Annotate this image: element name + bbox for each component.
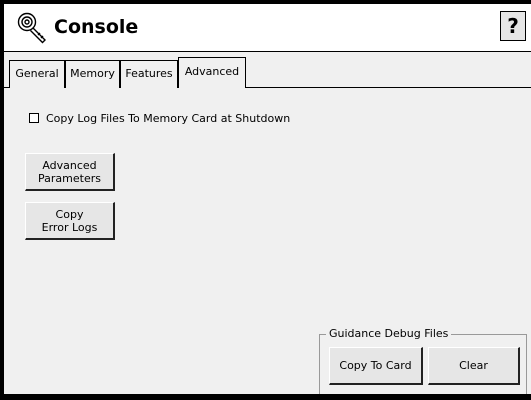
tab-memory[interactable]: Memory (65, 60, 120, 88)
advanced-parameters-label-line1: Advanced (42, 158, 97, 172)
tab-strip: General Memory Features Advanced (4, 52, 531, 89)
copy-error-logs-label-line1: Copy (55, 207, 84, 221)
help-button[interactable]: ? (500, 11, 526, 41)
title-bar: Console ? (4, 4, 531, 52)
advanced-parameters-label-line2: Parameters (38, 171, 101, 185)
tab-advanced[interactable]: Advanced (178, 57, 246, 89)
copy-error-logs-button[interactable]: Copy Error Logs (25, 202, 115, 240)
console-window: Console ? General Memory Features Advanc… (4, 4, 531, 400)
wrench-key-icon (17, 12, 46, 44)
tab-general[interactable]: General (9, 60, 65, 88)
copy-logs-label: Copy Log Files To Memory Card at Shutdow… (46, 111, 291, 125)
copy-error-logs-label-line2: Error Logs (41, 220, 98, 234)
copy-to-card-button[interactable]: Copy To Card (329, 347, 423, 385)
advanced-parameters-button[interactable]: Advanced Parameters (25, 153, 115, 191)
copy-to-card-label: Copy To Card (339, 359, 412, 372)
window-bottom-border (0, 394, 531, 400)
copy-logs-checkbox[interactable] (29, 113, 39, 123)
clear-button[interactable]: Clear (428, 347, 520, 385)
window-title: Console (54, 16, 139, 38)
tab-features[interactable]: Features (120, 60, 178, 88)
copy-logs-option: Copy Log Files To Memory Card at Shutdow… (29, 110, 290, 126)
guidance-debug-files-label: Guidance Debug Files (326, 327, 452, 341)
advanced-tab-panel: Copy Log Files To Memory Card at Shutdow… (4, 88, 531, 400)
guidance-debug-files-group: Guidance Debug Files Copy To Card Clear (319, 327, 527, 396)
clear-label: Clear (459, 359, 488, 372)
